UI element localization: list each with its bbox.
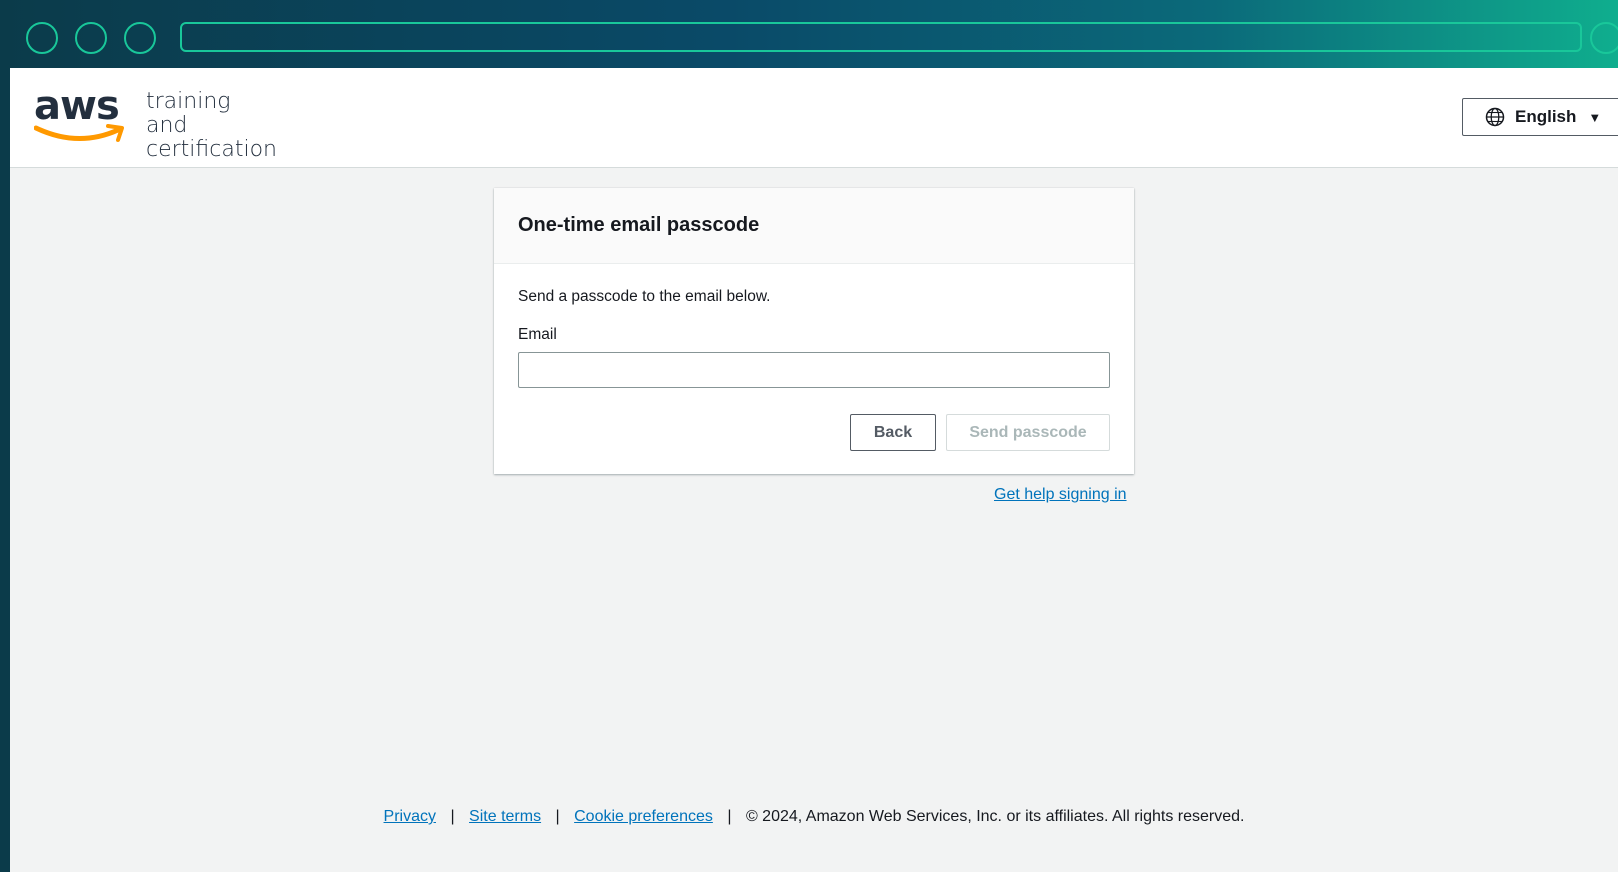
window-close-button[interactable] [26,22,58,54]
window-maximize-button[interactable] [124,22,156,54]
browser-menu-button[interactable] [1590,22,1618,54]
logo-line-1: training and [146,89,231,138]
caret-down-icon: ▼ [1588,109,1602,125]
footer-separator: | [727,808,732,825]
site-header: aws training and certification English ▼ [10,68,1618,168]
browser-chrome [10,6,1618,68]
card-description: Send a passcode to the email below. [518,288,771,305]
aws-training-logo[interactable]: aws training and certification [34,84,277,162]
window-minimize-button[interactable] [75,22,107,54]
card-actions: Back Send passcode [850,414,1110,451]
email-field[interactable] [518,352,1110,388]
passcode-card: One-time email passcode Send a passcode … [494,188,1134,474]
address-bar[interactable] [180,22,1582,52]
page-title: One-time email passcode [518,214,760,236]
site-footer: Privacy | Site terms | Cookie preference… [10,808,1618,826]
get-help-link[interactable]: Get help signing in [994,486,1127,504]
cookie-preferences-link[interactable]: Cookie preferences [574,808,713,825]
card-header: One-time email passcode [494,188,1134,264]
email-label: Email [518,326,557,343]
window-frame: aws training and certification English ▼… [0,0,1618,872]
send-passcode-button[interactable]: Send passcode [946,414,1110,451]
language-selector[interactable]: English ▼ [1462,98,1618,136]
logo-line-2: certification [146,137,277,162]
privacy-link[interactable]: Privacy [384,808,436,825]
logo-tagline: training and certification [146,90,277,162]
page-content: aws training and certification English ▼… [10,68,1618,872]
footer-separator: | [555,808,560,825]
site-terms-link[interactable]: Site terms [469,808,541,825]
language-label: English [1515,107,1577,126]
copyright-text: © 2024, Amazon Web Services, Inc. or its… [745,808,1245,825]
smile-arrow-icon [34,124,124,142]
footer-separator: | [450,808,455,825]
back-button[interactable]: Back [850,414,936,451]
globe-icon [1485,107,1505,127]
card-body: Send a passcode to the email below. Emai… [494,264,1134,388]
